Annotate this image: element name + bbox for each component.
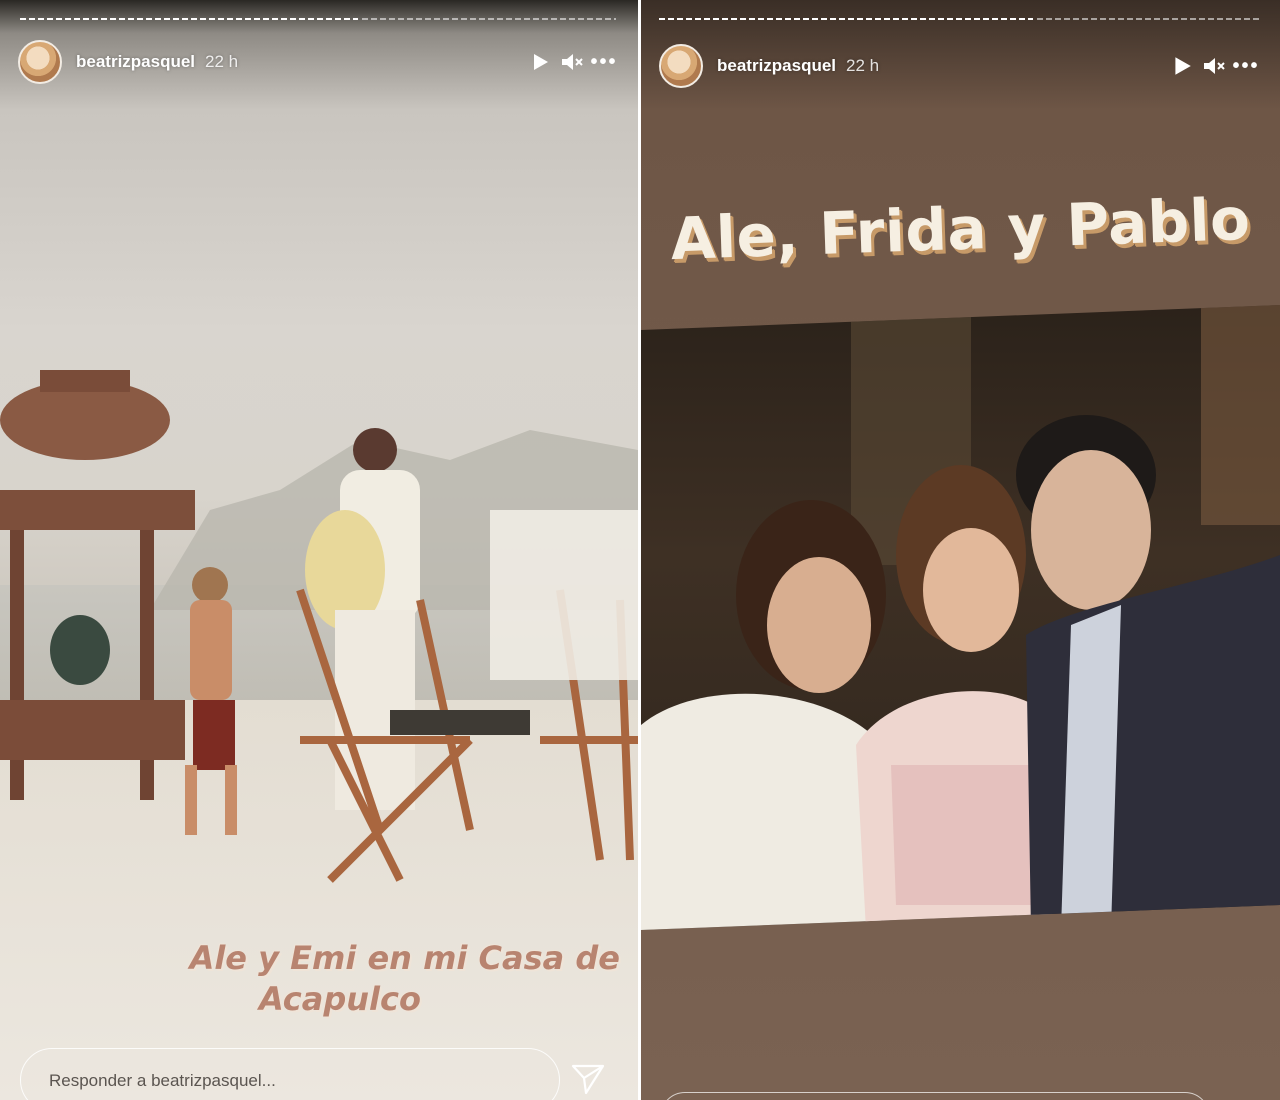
progress-segment: [20, 18, 358, 20]
reply-placeholder: Responder a beatrizpasquel...: [49, 1071, 276, 1090]
progress-segment: [362, 18, 616, 20]
play-icon[interactable]: [528, 50, 552, 74]
photo-people: [641, 305, 1280, 930]
caption-line-1: Ale y Emi en mi Casa de: [189, 939, 620, 977]
story-progress: [659, 18, 1259, 20]
person-on-right: [490, 510, 638, 680]
username[interactable]: beatrizpasquel: [76, 52, 195, 72]
play-icon[interactable]: [1170, 54, 1194, 78]
post-time: 22 h: [205, 52, 239, 71]
story-headline: Ale, Frida y Pablo: [669, 184, 1252, 274]
progress-segment: [1037, 18, 1259, 20]
story-caption: Ale y Emi en mi Casa de Acapulco: [130, 938, 620, 1020]
muted-speaker-icon[interactable]: [1202, 54, 1226, 78]
avatar[interactable]: [659, 44, 703, 88]
progress-segment: [659, 18, 1033, 20]
reply-input[interactable]: Responder a beatrizpasquel...: [20, 1048, 560, 1100]
avatar[interactable]: [18, 40, 62, 84]
table-top: [390, 710, 530, 735]
story-progress: [20, 18, 616, 20]
story-left[interactable]: beatrizpasquel 22 h ••• Ale y Emi en mi …: [0, 0, 638, 1100]
muted-speaker-icon[interactable]: [560, 50, 584, 74]
more-options-icon[interactable]: •••: [1233, 54, 1258, 78]
child-figure: [185, 567, 237, 835]
reply-input[interactable]: [660, 1092, 1210, 1100]
woman-figure: [305, 428, 420, 810]
story-header: beatrizpasquel 22 h •••: [659, 44, 1258, 88]
story-right[interactable]: beatrizpasquel 22 h ••• Ale, Frida y Pab…: [641, 0, 1280, 1100]
story-header: beatrizpasquel 22 h •••: [18, 40, 616, 84]
send-icon[interactable]: [570, 1060, 606, 1096]
caption-line-2: Acapulco: [259, 980, 421, 1018]
username[interactable]: beatrizpasquel: [717, 56, 836, 76]
photo-scene: [0, 370, 638, 883]
group-photo: [641, 305, 1280, 930]
post-time: 22 h: [846, 56, 880, 75]
more-options-icon[interactable]: •••: [591, 50, 616, 74]
gazebo: [0, 370, 195, 800]
